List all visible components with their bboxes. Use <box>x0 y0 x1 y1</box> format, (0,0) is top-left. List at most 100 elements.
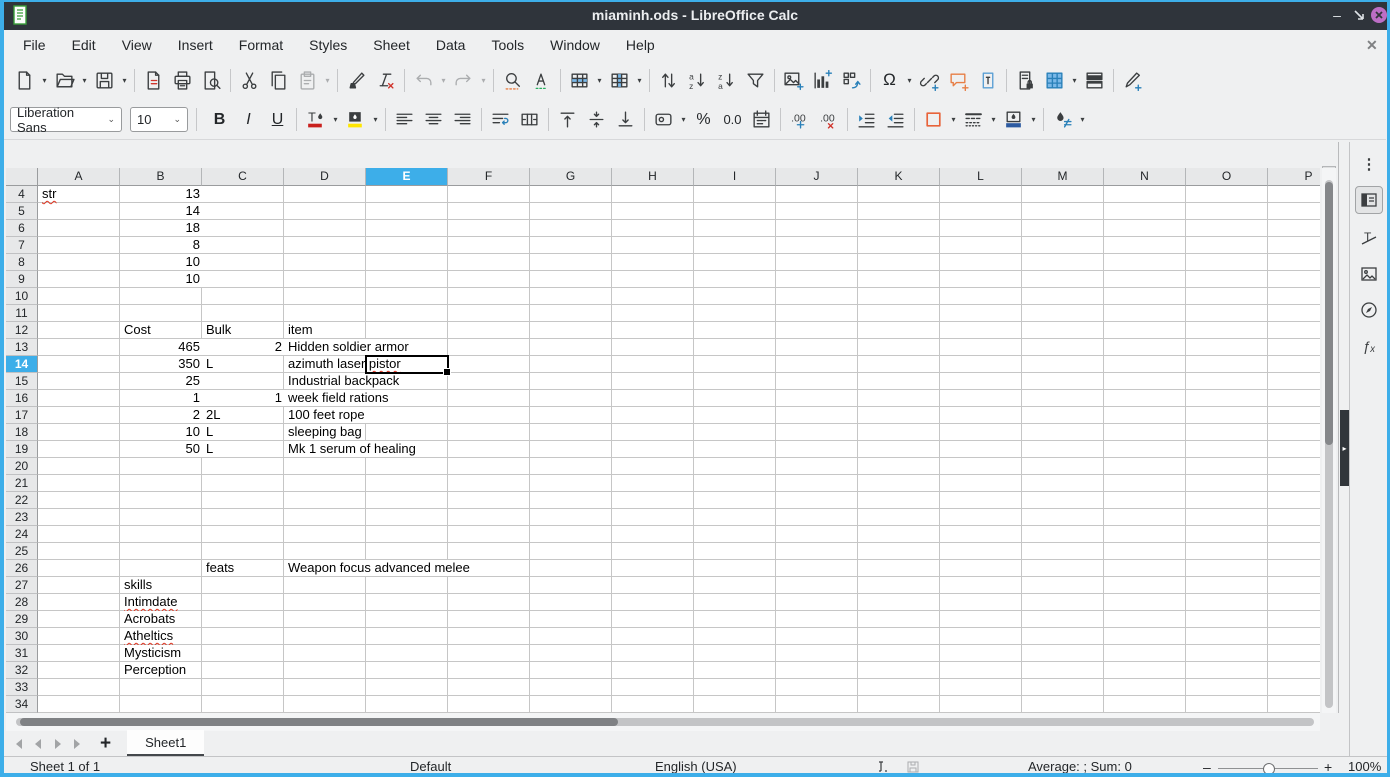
highlight-color-button[interactable] <box>342 106 369 134</box>
sidebar-tab-navigator[interactable] <box>1355 296 1383 324</box>
column-header-H[interactable]: H <box>612 168 694 186</box>
highlight-color-dropdown-arrow-icon[interactable]: ▾ <box>370 115 381 124</box>
column-header-I[interactable]: I <box>694 168 776 186</box>
column-header-O[interactable]: O <box>1186 168 1268 186</box>
menu-help[interactable]: Help <box>613 33 668 57</box>
row-header-28[interactable]: 28 <box>6 594 38 611</box>
align-center-button[interactable] <box>420 106 447 134</box>
row-header-23[interactable]: 23 <box>6 509 38 526</box>
row-header-33[interactable]: 33 <box>6 679 38 696</box>
sidebar-tab-functions[interactable]: ƒₓ <box>1355 332 1383 360</box>
sidebar-tab-styles[interactable]: T <box>1355 224 1383 252</box>
clear-formatting-button[interactable] <box>372 66 399 94</box>
redo-button[interactable] <box>450 66 477 94</box>
freeze-dropdown-arrow-icon[interactable]: ▾ <box>1069 76 1080 85</box>
menu-data[interactable]: Data <box>423 33 479 57</box>
cell-C26[interactable]: feats <box>203 560 237 576</box>
menu-insert[interactable]: Insert <box>165 33 226 57</box>
page-style[interactable]: Default <box>410 759 451 774</box>
cell-B15[interactable]: 25 <box>121 373 202 389</box>
border-style-dropdown-arrow-icon[interactable]: ▾ <box>988 115 999 124</box>
conditional-formatting-dropdown-arrow-icon[interactable]: ▾ <box>1077 115 1088 124</box>
menu-edit[interactable]: Edit <box>59 33 109 57</box>
row-header-11[interactable]: 11 <box>6 305 38 322</box>
cell-C12[interactable]: Bulk <box>203 322 234 338</box>
previous-sheet-icon[interactable] <box>28 734 48 754</box>
column-header-F[interactable]: F <box>448 168 530 186</box>
row-header-9[interactable]: 9 <box>6 271 38 288</box>
row-header-5[interactable]: 5 <box>6 203 38 220</box>
row-header-27[interactable]: 27 <box>6 577 38 594</box>
cell-B17[interactable]: 2 <box>121 407 202 423</box>
increase-indent-button[interactable] <box>853 106 880 134</box>
menu-format[interactable]: Format <box>226 33 296 57</box>
column-dropdown-arrow-icon[interactable]: ▾ <box>634 76 645 85</box>
cell-B32[interactable]: Perception <box>121 662 189 678</box>
conditional-formatting-button[interactable] <box>1049 106 1076 134</box>
cell-C14[interactable]: L <box>203 356 216 372</box>
delete-decimal-button[interactable]: .00 <box>815 106 842 134</box>
cell-B8[interactable]: 10 <box>121 254 202 270</box>
column-header-N[interactable]: N <box>1104 168 1186 186</box>
cell-D12[interactable]: item <box>285 322 316 338</box>
insert-text-box-button[interactable] <box>974 66 1001 94</box>
cell-B29[interactable]: Acrobats <box>121 611 178 627</box>
row-header-22[interactable]: 22 <box>6 492 38 509</box>
center-vertically-button[interactable] <box>583 106 610 134</box>
vertical-scrollbar[interactable] <box>1322 168 1336 713</box>
row-header-20[interactable]: 20 <box>6 458 38 475</box>
cell-B27[interactable]: skills <box>121 577 155 593</box>
redo-dropdown-arrow-icon[interactable]: ▾ <box>478 76 489 85</box>
sidebar-collapse-handle[interactable]: ▸ <box>1340 410 1349 486</box>
row-header-17[interactable]: 17 <box>6 407 38 424</box>
column-header-B[interactable]: B <box>120 168 202 186</box>
cell-B14[interactable]: 350 <box>121 356 202 372</box>
show-draw-functions-button[interactable] <box>1119 66 1146 94</box>
cell-D15[interactable]: Industrial backpack <box>285 373 402 389</box>
currency-dropdown-arrow-icon[interactable]: ▾ <box>678 115 689 124</box>
menu-view[interactable]: View <box>109 33 165 57</box>
vertical-scrollbar-thumb[interactable] <box>1325 182 1333 445</box>
minimize-button[interactable]: – <box>1326 4 1348 26</box>
restore-button[interactable] <box>1348 4 1370 26</box>
row-header-13[interactable]: 13 <box>6 339 38 356</box>
cell-D26[interactable]: Weapon focus advanced melee <box>285 560 473 576</box>
menu-window[interactable]: Window <box>537 33 613 57</box>
row-header-19[interactable]: 19 <box>6 441 38 458</box>
autofilter-button[interactable] <box>742 66 769 94</box>
export-pdf-button[interactable] <box>140 66 167 94</box>
special-character-dropdown-arrow-icon[interactable]: ▾ <box>904 76 915 85</box>
add-sheet-button[interactable]: + <box>100 733 111 755</box>
zoom-level[interactable]: 100% <box>1348 759 1381 774</box>
row-header-29[interactable]: 29 <box>6 611 38 628</box>
borders-button[interactable] <box>920 106 947 134</box>
border-color-button[interactable] <box>1000 106 1027 134</box>
format-currency-button[interactable] <box>650 106 677 134</box>
cut-button[interactable] <box>236 66 263 94</box>
cell-B28[interactable]: Intimdate <box>121 594 180 610</box>
selection-stats[interactable]: Average: ; Sum: 0 <box>1028 759 1132 774</box>
cell-A4[interactable]: str <box>39 186 59 202</box>
row-header-15[interactable]: 15 <box>6 373 38 390</box>
menu-tools[interactable]: Tools <box>478 33 537 57</box>
font-name-combo[interactable]: Liberation Sans⌄ <box>10 107 122 132</box>
cell-C16[interactable]: 1 <box>203 390 284 406</box>
row-header-21[interactable]: 21 <box>6 475 38 492</box>
language-selector[interactable]: English (USA) <box>655 759 737 774</box>
cell-C17[interactable]: 2L <box>203 407 223 423</box>
font-size-combo[interactable]: 10⌄ <box>130 107 188 132</box>
column-header-C[interactable]: C <box>202 168 284 186</box>
combo-arrow-icon[interactable]: ⌄ <box>165 114 181 125</box>
row-header-24[interactable]: 24 <box>6 526 38 543</box>
row-header-31[interactable]: 31 <box>6 645 38 662</box>
cell-B12[interactable]: Cost <box>121 322 154 338</box>
row-header-8[interactable]: 8 <box>6 254 38 271</box>
cell-B4[interactable]: 13 <box>121 186 202 202</box>
row-header-6[interactable]: 6 <box>6 220 38 237</box>
format-number-button[interactable]: 0.0 <box>719 106 746 134</box>
sort-descending-button[interactable]: za <box>713 66 740 94</box>
border-color-dropdown-arrow-icon[interactable]: ▾ <box>1028 115 1039 124</box>
sort-ascending-button[interactable]: az <box>684 66 711 94</box>
cells-area[interactable]: str13141881010CostBulkitem4652Hidden sol… <box>38 186 1320 713</box>
row-header-30[interactable]: 30 <box>6 628 38 645</box>
